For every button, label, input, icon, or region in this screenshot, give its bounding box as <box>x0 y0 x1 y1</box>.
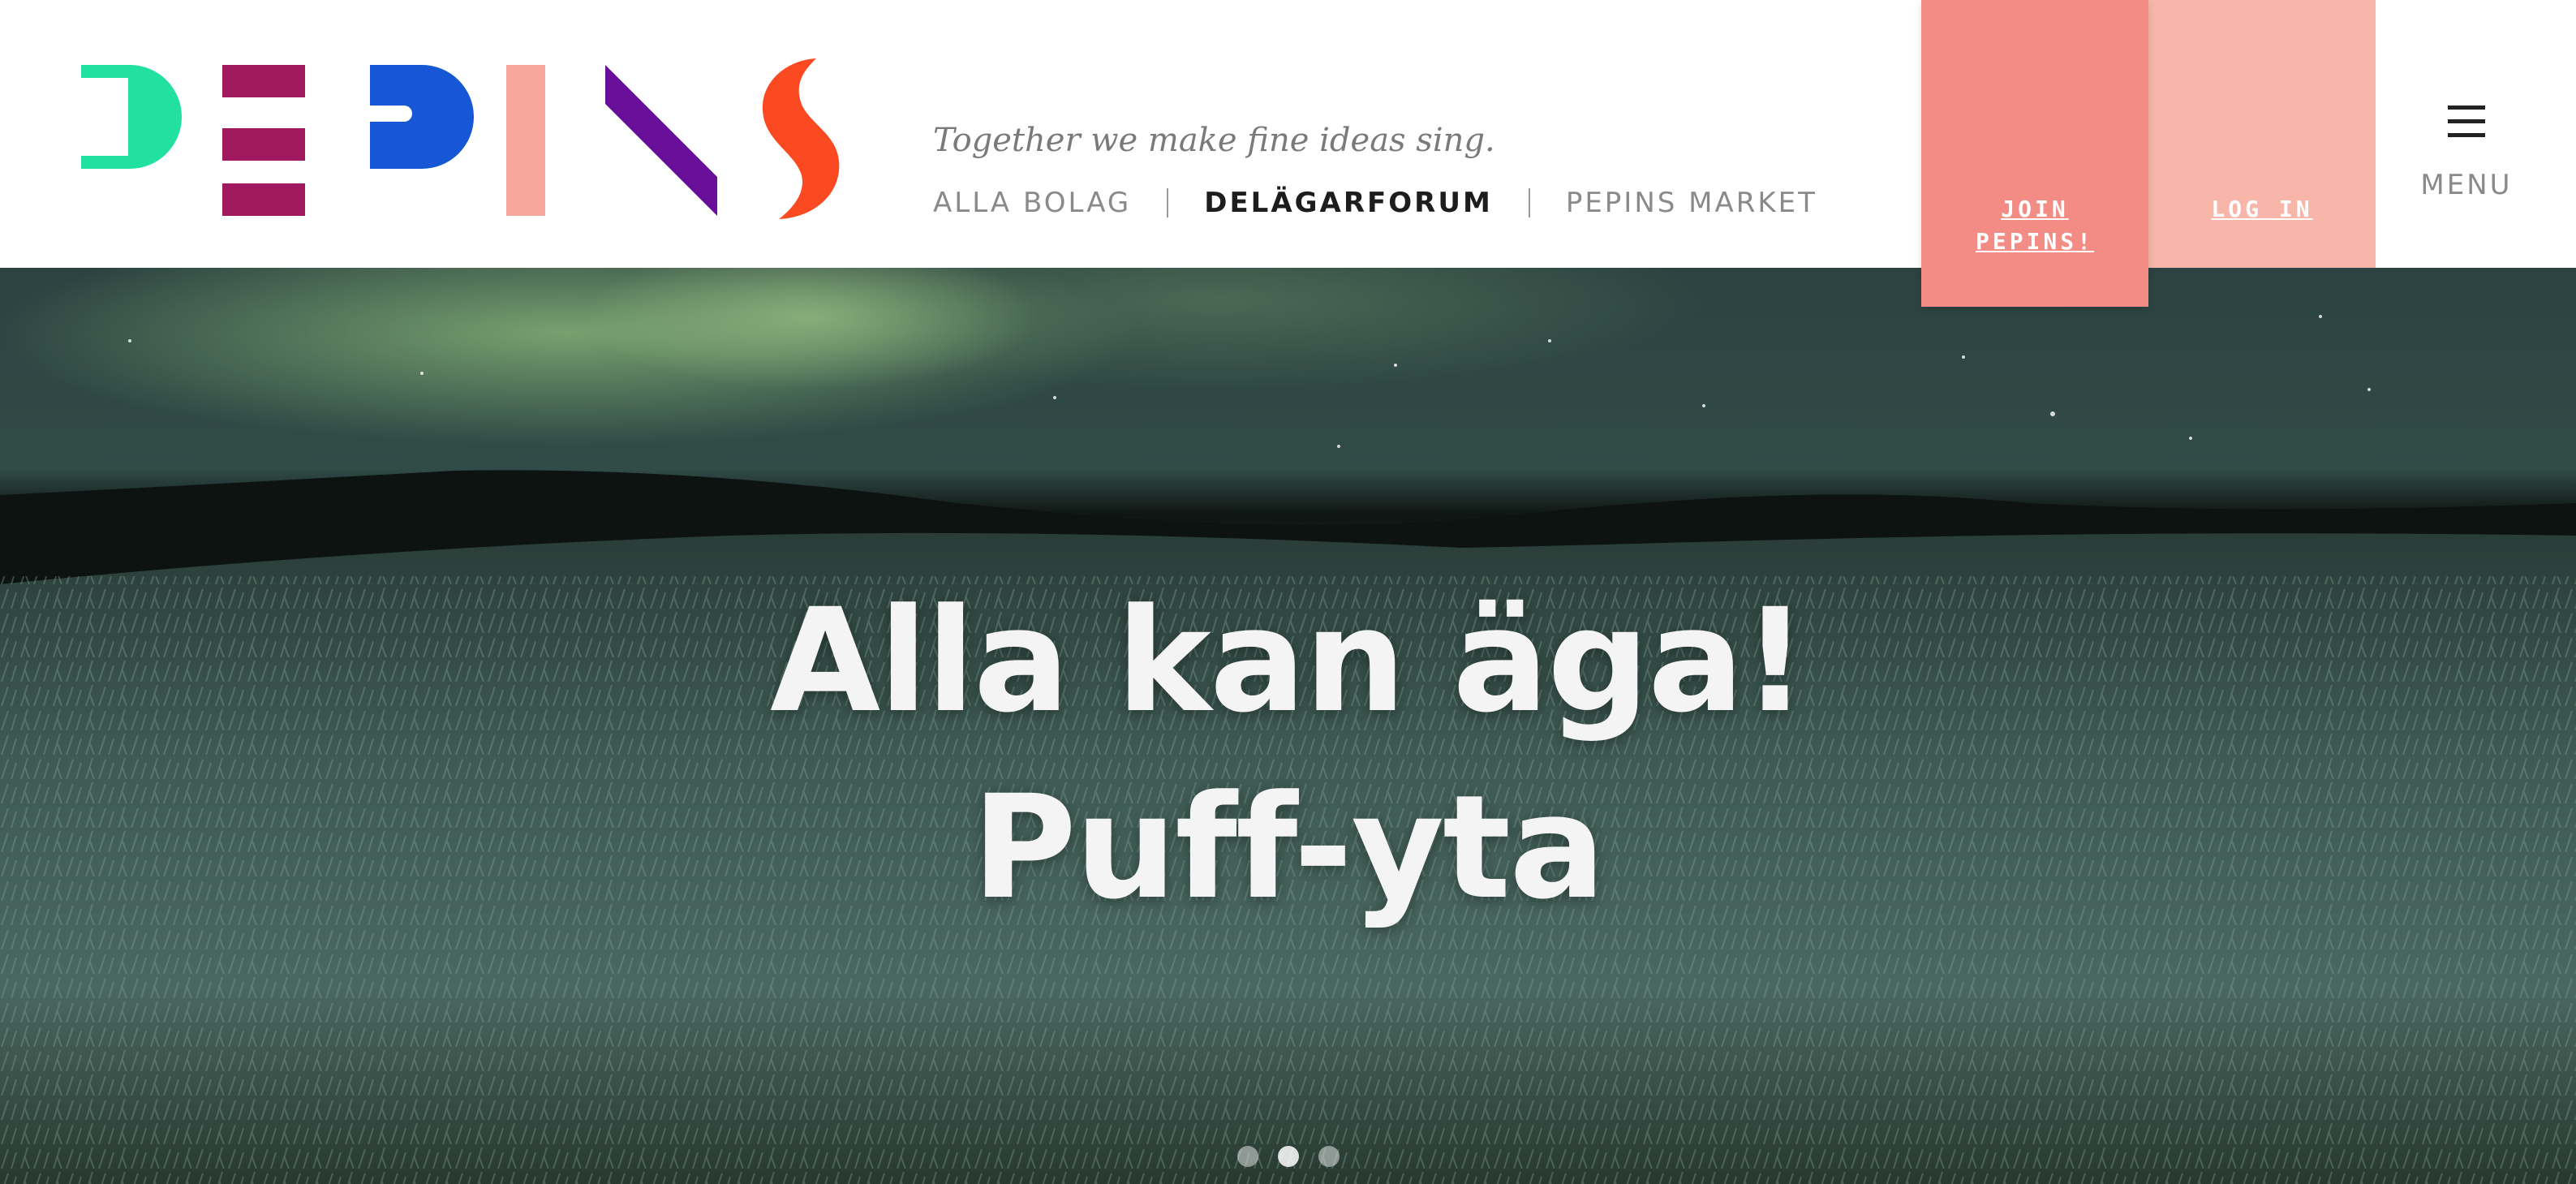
nav-separator <box>1528 188 1530 217</box>
site-header: Together we make fine ideas sing. ALLA B… <box>0 0 2576 307</box>
tagline: Together we make fine ideas sing. <box>933 122 1495 159</box>
carousel-dots <box>0 1146 2576 1167</box>
logo-letter-n <box>605 65 717 216</box>
pepins-logo-mark <box>81 58 840 219</box>
login-button-label: LOG IN <box>2211 196 2313 222</box>
nav-delagarforum[interactable]: DELÄGARFORUM <box>1204 187 1493 219</box>
hero-title-line1: Alla kan äga! <box>769 578 1808 744</box>
menu-button[interactable]: MENU <box>2393 81 2539 227</box>
hamburger-icon <box>2448 105 2485 138</box>
main-nav: ALLA BOLAG DELÄGARFORUM PEPINS MARKET <box>933 185 1817 221</box>
nav-pepins-market[interactable]: PEPINS MARKET <box>1566 187 1817 219</box>
logo-letter-p <box>81 65 182 169</box>
logo-letter-p2 <box>370 65 474 169</box>
nav-alla-bolag[interactable]: ALLA BOLAG <box>933 187 1131 219</box>
hero-title: Alla kan äga! Puff-yta <box>0 568 2576 941</box>
login-button[interactable]: LOG IN <box>2148 0 2376 268</box>
carousel-dot[interactable] <box>1318 1146 1340 1167</box>
logo-letter-e <box>222 65 305 216</box>
carousel-dot[interactable] <box>1277 1146 1299 1167</box>
nav-separator <box>1167 188 1169 217</box>
pepins-logo[interactable] <box>81 57 852 224</box>
hero-banner: Alla kan äga! Puff-yta <box>0 268 2576 1184</box>
logo-letter-s <box>762 58 840 219</box>
menu-label: MENU <box>2420 169 2513 201</box>
join-button-label: JOIN PEPINS! <box>1975 196 2094 255</box>
hero-title-line2: Puff-yta <box>971 764 1606 931</box>
logo-letter-i <box>506 65 545 216</box>
join-button[interactable]: JOIN PEPINS! <box>1921 0 2148 307</box>
carousel-dot[interactable] <box>1236 1146 1258 1167</box>
